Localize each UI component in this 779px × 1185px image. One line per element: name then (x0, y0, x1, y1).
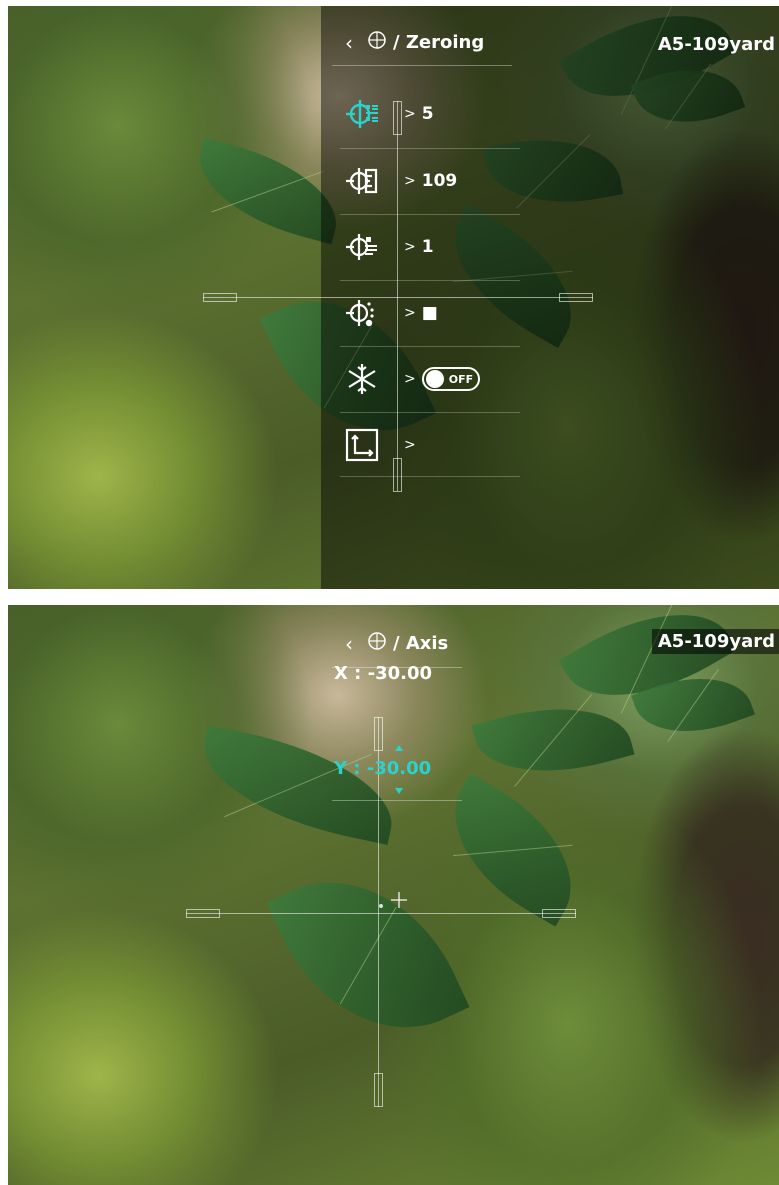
menu-item-reticle-color[interactable]: > ■ (340, 281, 520, 345)
chevron-right-icon: > (404, 437, 416, 453)
model-label: A5-109yard (651, 629, 779, 654)
menu-divider (340, 476, 520, 477)
axis-y-value[interactable]: Y : -30.00 (334, 758, 431, 779)
arrow-down-icon[interactable] (395, 788, 403, 794)
freeze-toggle[interactable]: OFF (421, 367, 480, 391)
menu-item-reticle-style[interactable]: > 1 (340, 215, 520, 279)
arrow-up-icon[interactable] (395, 745, 403, 751)
freeze-icon (340, 359, 384, 399)
chevron-right-icon: > (404, 106, 416, 122)
chevron-right-icon: > (404, 371, 416, 387)
menu-value: 109 (421, 171, 458, 191)
menu-item-zeroing-profile[interactable]: > 5 (340, 82, 520, 146)
menu-item-freeze[interactable]: > OFF (340, 347, 520, 411)
value-divider (332, 800, 462, 801)
reticle-color-swatch: ■ (421, 303, 438, 323)
axis-screen: ‹ / Axis A5-109yard X : -30.00 Y : -30.0… (8, 605, 779, 1185)
menu-value: 1 (421, 237, 434, 257)
chevron-right-icon: > (404, 173, 416, 189)
back-icon[interactable]: ‹ (345, 632, 353, 656)
zeroing-distance-icon (340, 161, 384, 201)
title-divider (332, 65, 512, 66)
reticle-bottom-post (374, 1073, 383, 1107)
center-dot (379, 904, 383, 908)
back-icon[interactable]: ‹ (345, 31, 353, 55)
page-title: / Zeroing (393, 32, 485, 53)
reticle-right-post (542, 909, 576, 918)
crosshair-circle-icon (367, 631, 387, 656)
reticle-color-icon (340, 293, 384, 333)
menu-item-axis[interactable]: > (340, 413, 520, 477)
page-title: / Axis (393, 633, 449, 654)
reticle-horizontal-line (186, 913, 576, 914)
menu-item-zeroing-distance[interactable]: > 109 (340, 149, 520, 213)
zeroing-profile-icon (340, 94, 384, 134)
toggle-knob (425, 370, 444, 388)
target-crosshair-icon (390, 891, 408, 913)
toggle-label: OFF (448, 372, 474, 386)
breadcrumb: ‹ / Axis (345, 631, 448, 656)
reticle-top-post (374, 717, 383, 751)
reticle-style-icon (340, 227, 384, 267)
breadcrumb: ‹ / Zeroing (345, 30, 484, 55)
reticle-left-post (203, 293, 237, 302)
chevron-right-icon: > (404, 239, 416, 255)
model-label: A5-109yard (657, 34, 775, 55)
crosshair-circle-icon (367, 30, 387, 55)
axis-x-value[interactable]: X : -30.00 (334, 663, 432, 684)
chevron-right-icon: > (404, 305, 416, 321)
reticle-left-post (186, 909, 220, 918)
zeroing-screen: ‹ / Zeroing A5-109yard > 5 > 109 > 1 > ■… (8, 6, 779, 589)
menu-value: 5 (421, 104, 434, 124)
axis-adjust-icon (340, 425, 384, 465)
reticle-right-post (559, 293, 593, 302)
